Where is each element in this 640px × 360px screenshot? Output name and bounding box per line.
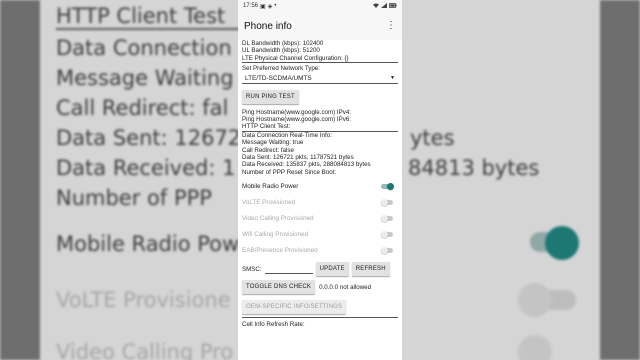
toggle-eab-presence-provisioned: EAB/Presence Provisioned <box>242 242 398 258</box>
bg-text-line: Call Redirect: fal <box>56 96 229 120</box>
toggle-label: EAB/Presence Provisioned <box>242 246 318 254</box>
eab-presence-provisioned-switch <box>381 246 393 254</box>
background-left-edge <box>0 0 40 360</box>
bg-switch-knob <box>545 226 579 260</box>
oem-specific-settings-button[interactable]: OEM-SPECIFIC INFO/SETTINGS <box>242 300 347 315</box>
app-title: Phone info <box>244 20 292 32</box>
network-type-value: LTE/TD-SCDMA/UMTS <box>245 74 312 82</box>
data-connection-realtime-info: Data Connection Real-Time Info: <box>242 131 332 139</box>
app-bar: Phone info ⋮ <box>238 12 402 40</box>
mobile-radio-power-switch[interactable] <box>381 182 394 190</box>
smsc-label: SMSC: <box>242 265 262 273</box>
bg-text-line: Mobile Radio Pow <box>56 232 240 256</box>
ping-ipv4: Ping Hostname(www.google.com) IPv4: <box>242 108 352 116</box>
run-ping-test-button[interactable]: RUN PING TEST <box>242 89 299 104</box>
lte-physical-channel-config: LTE Physical Channel Configuration: {} <box>242 55 398 64</box>
toggle-label: Wifi Calling Provisioned <box>242 230 309 238</box>
cell-info-refresh-rate-label: Cell Info Refresh Rate: <box>242 321 305 329</box>
dropdown-arrow-icon: ▼ <box>390 75 395 82</box>
network-type-label: Set Preferred Network Type: <box>242 65 320 73</box>
bg-text-line: Message Waiting <box>56 66 234 90</box>
bg-switch-knob <box>518 335 552 360</box>
toggle-mobile-radio-power[interactable]: Mobile Radio Power <box>242 178 398 194</box>
toggle-label: Video Calling Provisioned <box>242 214 314 222</box>
bg-text-line: Data Received: 1 <box>56 156 236 180</box>
bg-text-line: Data Connection <box>56 36 232 60</box>
camera-icon: ◈ <box>267 3 273 10</box>
dl-bandwidth: DL Bandwidth (kbps): 102400 <box>242 40 324 47</box>
bg-text-fragment: 84813 bytes <box>408 156 540 180</box>
http-client-test: HTTP Client Test: <box>242 123 398 132</box>
bg-text-line: VoLTE Provisione <box>56 288 231 312</box>
smsc-input[interactable] <box>264 264 313 275</box>
bg-switch-knob <box>518 283 552 317</box>
wifi-calling-provisioned-switch <box>381 230 393 238</box>
status-time: 17:56 <box>243 3 259 9</box>
toggle-dns-check-button[interactable]: TOGGLE DNS CHECK <box>242 280 316 295</box>
ul-bandwidth: UL Bandwidth (kbps): 51200 <box>242 47 320 55</box>
ping-ipv6: Ping Hostname(www.google.com) IPv6: <box>242 116 352 124</box>
toggle-volte-provisioned: VoLTE Provisioned <box>242 194 398 210</box>
data-received: Data Received: 135837 pkts, 288084813 by… <box>242 161 371 169</box>
message-waiting: Message Waiting: true <box>242 139 304 147</box>
gallery-icon: ▣ <box>260 3 266 10</box>
wifi-icon <box>373 3 379 10</box>
bg-text-fragment: ytes <box>410 126 455 150</box>
toggle-label: Mobile Radio Power <box>242 182 299 190</box>
bg-text-line: Data Sent: 12672 <box>56 126 242 150</box>
toggle-label: VoLTE Provisioned <box>242 198 296 206</box>
background-right-edge <box>600 0 640 360</box>
battery-icon <box>389 2 397 10</box>
dns-row: TOGGLE DNS CHECK 0.0.0.0 not allowed <box>242 280 398 295</box>
dns-status: 0.0.0.0 not allowed <box>319 283 372 291</box>
volte-provisioned-switch <box>381 198 393 206</box>
bg-text-line: Number of PPP <box>56 186 212 210</box>
video-calling-provisioned-switch <box>381 214 393 222</box>
oem-section: OEM-SPECIFIC INFO/SETTINGS <box>242 300 398 319</box>
bg-text-line: HTTP Client Test <box>56 4 226 28</box>
overflow-menu-icon[interactable]: ⋮ <box>386 21 396 31</box>
signal-icon <box>381 2 387 10</box>
refresh-button[interactable]: REFRESH <box>351 262 390 277</box>
toggle-wifi-calling-provisioned: Wifi Calling Provisioned <box>242 226 398 242</box>
call-redirect: Call Redirect: false <box>242 146 294 154</box>
dot-icon: • <box>274 3 277 9</box>
status-bar: 17:56 ▣ ◈ • <box>238 0 402 12</box>
bg-text-line: Video Calling Pro <box>56 340 234 360</box>
data-sent: Data Sent: 126721 pkts, 11787521 bytes <box>242 154 354 162</box>
phone-screen: 17:56 ▣ ◈ • Phone info ⋮ DL Bandwidth (k… <box>238 0 402 360</box>
network-type-dropdown[interactable]: LTE/TD-SCDMA/UMTS ▼ <box>242 74 398 84</box>
phone-info-content: DL Bandwidth (kbps): 102400 UL Bandwidth… <box>238 40 402 329</box>
toggle-video-calling-provisioned: Video Calling Provisioned <box>242 210 398 226</box>
update-button[interactable]: UPDATE <box>315 262 349 277</box>
smsc-row: SMSC: UPDATE REFRESH <box>242 262 398 277</box>
ppp-reset-count: Number of PPP Reset Since Boot: <box>242 168 337 176</box>
bg-underline <box>56 28 266 30</box>
